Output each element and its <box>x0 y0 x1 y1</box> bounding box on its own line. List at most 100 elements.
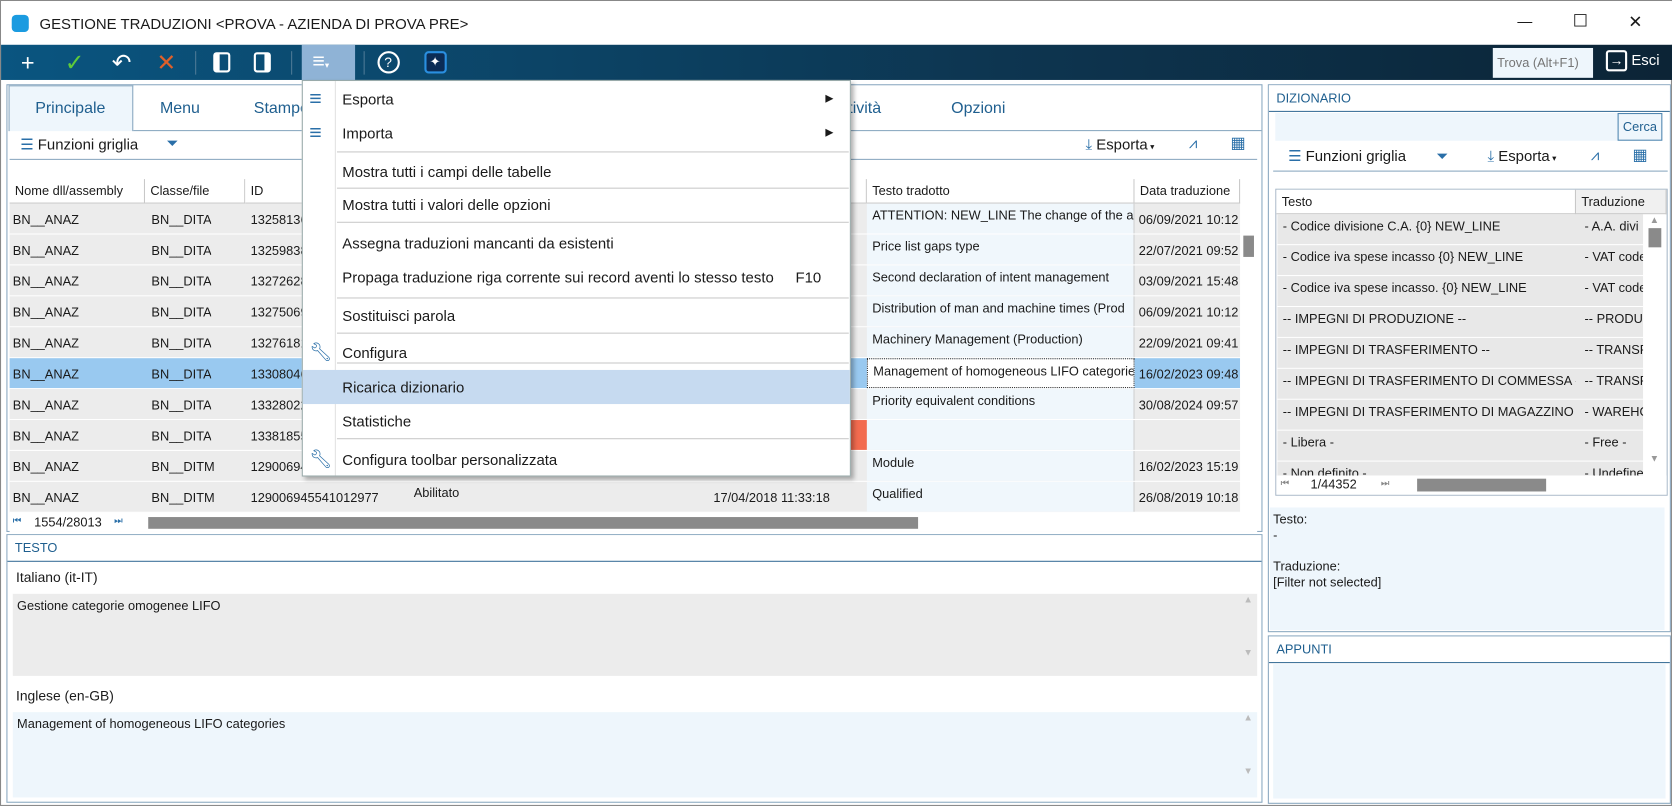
cell-translated-text[interactable]: Qualified <box>866 481 1135 512</box>
dict-row[interactable]: - Codice divisione C.A. {0} NEW_LINE - A… <box>1277 214 1644 246</box>
appunti-text-area[interactable] <box>1273 664 1666 799</box>
english-scrollbar[interactable]: ▲ ▼ <box>1239 712 1258 798</box>
info-traduzione-value: [Filter not selected] <box>1273 574 1382 590</box>
dict-cell-traduzione: -- TRANSF <box>1584 342 1644 358</box>
add-icon[interactable]: + <box>12 48 44 77</box>
grid-vertical-scrollbar[interactable] <box>1240 203 1258 513</box>
grid-layout-icon[interactable]: ▦ <box>1231 133 1246 152</box>
info-testo-label: Testo: <box>1273 511 1308 527</box>
cell-translated-text[interactable]: Module <box>866 450 1135 481</box>
find-input[interactable] <box>1492 47 1594 78</box>
col-header-translated-text[interactable]: Testo tradotto <box>866 179 1135 204</box>
dizionario-search-input[interactable] <box>1275 113 1619 141</box>
menu-item-assegna-traduzioni[interactable]: Assegna traduzioni mancanti da esistenti <box>303 226 850 260</box>
cell-translation-date: 03/09/2021 15:48 <box>1138 273 1239 289</box>
menu-item-importa[interactable]: ≡ Importa ▶ <box>303 116 850 150</box>
exit-icon: → <box>1605 50 1628 72</box>
save-check-icon[interactable]: ✓ <box>59 48 91 77</box>
menu-dropdown-button[interactable]: ≡▾ <box>301 44 356 80</box>
cell-translated-text[interactable]: Distribution of man and machine times (P… <box>866 296 1135 327</box>
dict-row[interactable]: -- IMPEGNI DI PRODUZIONE -- -- PRODUC <box>1277 307 1644 338</box>
menu-item-configura[interactable]: 🔧︎ Configura <box>303 336 850 370</box>
dict-col-header-traduzione[interactable]: Traduzione <box>1575 189 1667 215</box>
dict-cell-testo: - Codice iva spese incasso. {0} NEW_LINE <box>1282 280 1527 296</box>
dict-row[interactable]: - Codice iva spese incasso {0} NEW_LINE … <box>1277 245 1644 277</box>
dict-row[interactable]: - Libera - - Free - <box>1277 430 1644 462</box>
grid-horizontal-scrollbar[interactable] <box>148 517 919 529</box>
menu-item-statistiche[interactable]: Statistiche <box>303 404 850 438</box>
cell-translated-text[interactable]: ATTENTION: NEW_LINE The change of the ac <box>866 203 1135 234</box>
cell-translated-text[interactable]: Price list gaps type <box>866 234 1135 265</box>
cell-translated-text[interactable] <box>866 420 1135 450</box>
menu-item-propaga-traduzione[interactable]: Propaga traduzione riga corrente sui rec… <box>303 260 850 294</box>
panel-right-icon[interactable] <box>246 48 278 77</box>
minimize-button[interactable]: — <box>1517 13 1532 30</box>
export-button[interactable]: ⤓ Esporta ▾ <box>1085 135 1154 153</box>
cell-translated-text[interactable]: Machinery Management (Production) <box>866 327 1135 358</box>
close-button[interactable]: ✕ <box>1628 12 1642 33</box>
tab-menu[interactable]: Menu <box>156 86 205 131</box>
filter-icon[interactable]: ⏷ <box>166 134 178 152</box>
menu-lines-icon: ≡ <box>309 121 322 145</box>
first-page-icon[interactable]: ⏮ <box>13 515 22 527</box>
cell-translation-date: 22/07/2021 09:52 <box>1138 243 1239 258</box>
appunti-panel: APPUNTI <box>1267 635 1671 804</box>
cerca-button[interactable]: Cerca <box>1617 113 1663 141</box>
exit-button[interactable]: → Esci <box>1605 50 1660 72</box>
last-page-icon[interactable]: ⏭ <box>114 515 123 527</box>
dict-row[interactable]: -- IMPEGNI DI TRASFERIMENTO -- -- TRANSF <box>1277 337 1644 369</box>
english-text-field[interactable]: Management of homogeneous LIFO categorie… <box>12 712 1240 798</box>
grid-functions-button[interactable]: ☰ Funzioni griglia <box>20 135 138 153</box>
dict-row[interactable]: -- IMPEGNI DI TRASFERIMENTO DI COMMESSA … <box>1277 368 1644 400</box>
maximize-button[interactable]: ☐ <box>1573 11 1588 32</box>
col-header-translation-date[interactable]: Data traduzione <box>1134 179 1241 204</box>
submenu-arrow-icon: ▶ <box>825 126 834 139</box>
dict-row[interactable]: - Codice iva spese incasso. {0} NEW_LINE… <box>1277 276 1644 308</box>
cell-dll: BN__ANAZ <box>12 366 79 382</box>
cell-translated-text[interactable]: Management of homogeneous LIFO categorie <box>866 358 1135 389</box>
menu-item-mostra-opzioni[interactable]: Mostra tutti i valori delle opzioni <box>303 188 850 222</box>
menu-item-label: Mostra tutti i campi delle tabelle <box>342 163 552 181</box>
dict-filter-icon[interactable]: ⏷ <box>1436 147 1448 165</box>
menu-item-configura-toolbar[interactable]: 🔧︎ Configura toolbar personalizzata <box>303 442 850 476</box>
dict-grid-functions-button[interactable]: ☰ Funzioni griglia <box>1288 147 1406 165</box>
grid-navigator: ⏮ 1554/28013 ⏭ <box>9 512 1258 532</box>
export-label: Esporta <box>1096 135 1148 153</box>
dict-first-page-icon[interactable]: ⏮ <box>1281 478 1290 490</box>
undo-icon[interactable]: ↶ <box>106 48 138 77</box>
menu-item-sostituisci-parola[interactable]: Sostituisci parola <box>303 299 850 333</box>
dict-cell-testo: - Codice divisione C.A. {0} NEW_LINE <box>1282 218 1501 234</box>
menu-item-mostra-campi[interactable]: Mostra tutti i campi delle tabelle <box>303 155 850 189</box>
tab-opzioni[interactable]: Opzioni <box>947 86 1010 131</box>
ai-assistant-icon[interactable]: ✦ <box>419 48 451 77</box>
dict-cell-traduzione: -- TRANSF <box>1584 373 1644 389</box>
delete-x-icon[interactable]: ✕ <box>150 48 182 77</box>
dict-export-button[interactable]: ⤓ Esporta ▾ <box>1487 147 1556 165</box>
chart-icon[interactable]: ⩘ <box>1189 134 1197 152</box>
dict-cell-traduzione: - Free - <box>1584 434 1627 450</box>
dict-last-page-icon[interactable]: ⏭ <box>1381 478 1390 490</box>
help-icon[interactable]: ? <box>372 48 404 77</box>
dict-chart-icon[interactable]: ⩘ <box>1591 146 1599 164</box>
cell-translation-date: 16/02/2023 09:48 <box>1138 366 1239 382</box>
menu-item-label: Configura toolbar personalizzata <box>342 450 558 469</box>
dict-vertical-scrollbar[interactable]: ▲ ▼ <box>1643 214 1666 476</box>
italian-text-field[interactable]: Gestione categorie omogenee LIFO <box>12 593 1240 676</box>
table-row[interactable]: BN__ANAZ BN__DITM 129006945541012977 Abi… <box>9 481 1241 513</box>
tab-principale-label[interactable]: Principale <box>31 86 110 131</box>
testo-header: TESTO <box>7 535 1262 562</box>
dict-grid-layout-icon[interactable]: ▦ <box>1633 145 1648 164</box>
dict-horizontal-scrollbar[interactable] <box>1417 478 1547 492</box>
cell-translated-text[interactable]: Second declaration of intent management <box>866 265 1135 296</box>
dict-row[interactable]: -- IMPEGNI DI TRASFERIMENTO DI MAGAZZINO… <box>1277 399 1644 431</box>
menu-item-ricarica-dizionario[interactable]: Ricarica dizionario <box>302 369 850 405</box>
dict-col-header-testo[interactable]: Testo <box>1276 189 1576 215</box>
italian-scrollbar[interactable]: ▲ ▼ <box>1239 593 1258 676</box>
menu-item-esporta[interactable]: ≡ Esporta ▶ <box>303 82 850 116</box>
cell-translated-text[interactable]: Priority equivalent conditions <box>866 389 1135 419</box>
col-header-dll[interactable]: Nome dll/assembly <box>9 179 146 204</box>
list-icon: ☰ <box>1288 147 1302 165</box>
exit-label: Esci <box>1631 51 1660 69</box>
col-header-class[interactable]: Classe/file <box>145 179 246 204</box>
panel-left-icon[interactable] <box>206 48 238 77</box>
